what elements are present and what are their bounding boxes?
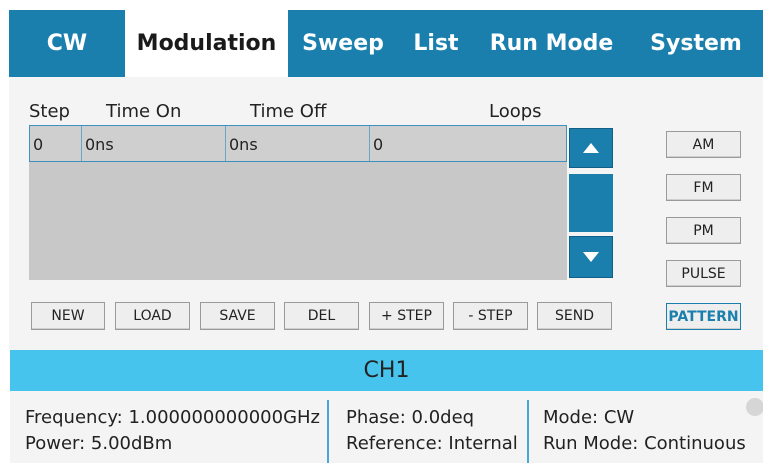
cell-time-on[interactable]: 0ns bbox=[81, 126, 225, 161]
cell-time-off[interactable]: 0ns bbox=[225, 126, 369, 161]
column-header-time-on: Time On bbox=[106, 101, 182, 122]
status-divider bbox=[527, 400, 529, 463]
am-button[interactable]: AM bbox=[666, 131, 741, 158]
tab-system[interactable]: System bbox=[629, 10, 763, 77]
add-step-button[interactable]: + STEP bbox=[369, 302, 444, 330]
send-button[interactable]: SEND bbox=[537, 302, 612, 330]
pm-button[interactable]: PM bbox=[666, 217, 741, 244]
table-row[interactable]: 0 0ns 0ns 0 bbox=[29, 125, 567, 162]
status-divider bbox=[327, 400, 329, 463]
scroll-thumb[interactable] bbox=[569, 174, 613, 232]
delete-button[interactable]: DEL bbox=[284, 302, 359, 330]
fm-button[interactable]: FM bbox=[666, 174, 741, 201]
frequency-readout: Frequency: 1.000000000000GHz bbox=[25, 407, 320, 428]
power-readout: Power: 5.00dBm bbox=[25, 433, 173, 454]
pattern-table[interactable]: 0 0ns 0ns 0 bbox=[29, 125, 567, 280]
tab-sweep[interactable]: Sweep bbox=[288, 10, 398, 77]
cell-step[interactable]: 0 bbox=[30, 126, 81, 161]
scroll-down-button[interactable] bbox=[569, 236, 613, 278]
cell-loops[interactable]: 0 bbox=[369, 126, 566, 161]
status-indicator-icon bbox=[746, 398, 763, 416]
signal-generator-app: CW Modulation Sweep List Run Mode System… bbox=[0, 0, 763, 463]
tab-list[interactable]: List bbox=[398, 10, 474, 77]
save-button[interactable]: SAVE bbox=[200, 302, 275, 330]
new-button[interactable]: NEW bbox=[31, 302, 105, 330]
column-header-step: Step bbox=[29, 101, 70, 122]
tab-run-mode[interactable]: Run Mode bbox=[474, 10, 629, 77]
run-mode-readout: Run Mode: Continuous bbox=[543, 433, 746, 454]
column-header-loops: Loops bbox=[489, 101, 542, 122]
tab-bar: CW Modulation Sweep List Run Mode System bbox=[9, 10, 763, 77]
remove-step-button[interactable]: - STEP bbox=[453, 302, 528, 330]
tab-cw[interactable]: CW bbox=[9, 10, 125, 77]
mode-readout: Mode: CW bbox=[543, 407, 635, 428]
triangle-up-icon bbox=[583, 143, 599, 153]
pulse-button[interactable]: PULSE bbox=[666, 260, 741, 287]
load-button[interactable]: LOAD bbox=[115, 302, 190, 330]
triangle-down-icon bbox=[583, 252, 599, 262]
channel-header: CH1 bbox=[10, 350, 763, 391]
reference-readout: Reference: Internal bbox=[346, 433, 518, 454]
scroll-up-button[interactable] bbox=[569, 128, 613, 168]
pattern-button[interactable]: PATTERN bbox=[666, 303, 741, 330]
phase-readout: Phase: 0.0deq bbox=[346, 407, 475, 428]
tab-modulation[interactable]: Modulation bbox=[125, 10, 288, 77]
column-header-time-off: Time Off bbox=[250, 101, 327, 122]
